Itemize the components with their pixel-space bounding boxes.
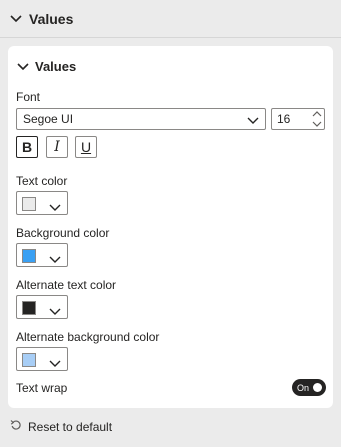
font-label: Font: [16, 90, 41, 104]
reset-label: Reset to default: [28, 419, 113, 434]
alternate-background-color-picker[interactable]: [16, 347, 68, 371]
card-header[interactable]: Values: [16, 59, 76, 74]
font-family-dropdown[interactable]: Segoe UI: [16, 108, 266, 130]
color-swatch: [22, 249, 36, 263]
background-color-picker[interactable]: [16, 243, 68, 267]
reset-to-default-button[interactable]: Reset to default: [10, 419, 112, 434]
chevron-down-icon: [9, 12, 23, 26]
text-wrap-label: Text wrap: [16, 381, 68, 395]
chevron-down-icon: [49, 199, 61, 217]
alternate-text-color-picker[interactable]: [16, 295, 68, 319]
chevron-down-icon: [49, 251, 61, 269]
toggle-knob: [313, 383, 322, 392]
chevron-down-icon: [247, 114, 259, 128]
font-size-value: 16: [277, 112, 291, 126]
alternate-background-color-label: Alternate background color: [16, 330, 160, 344]
font-size-stepper[interactable]: 16: [271, 108, 325, 130]
values-card: Values Font Segoe UI 16 B I U Text color…: [8, 46, 333, 408]
chevron-down-icon: [49, 355, 61, 373]
underline-button[interactable]: U: [75, 136, 97, 158]
text-wrap-toggle[interactable]: On: [292, 379, 326, 396]
italic-button[interactable]: I: [46, 136, 68, 158]
font-family-value: Segoe UI: [23, 112, 74, 126]
card-title: Values: [35, 59, 77, 74]
text-color-picker[interactable]: [16, 191, 68, 215]
toggle-state: On: [297, 382, 310, 393]
background-color-label: Background color: [16, 226, 110, 240]
bold-button[interactable]: B: [16, 136, 38, 158]
color-swatch: [22, 301, 36, 315]
text-color-label: Text color: [16, 174, 68, 188]
chevron-down-icon: [16, 60, 30, 74]
alternate-text-color-label: Alternate text color: [16, 278, 117, 292]
reset-icon: [10, 419, 22, 434]
decrement-icon[interactable]: [312, 120, 322, 128]
color-swatch: [22, 197, 36, 211]
values-section-header[interactable]: Values: [0, 0, 341, 38]
chevron-down-icon: [49, 303, 61, 321]
section-title: Values: [29, 10, 74, 27]
increment-icon[interactable]: [312, 110, 322, 118]
color-swatch: [22, 353, 36, 367]
